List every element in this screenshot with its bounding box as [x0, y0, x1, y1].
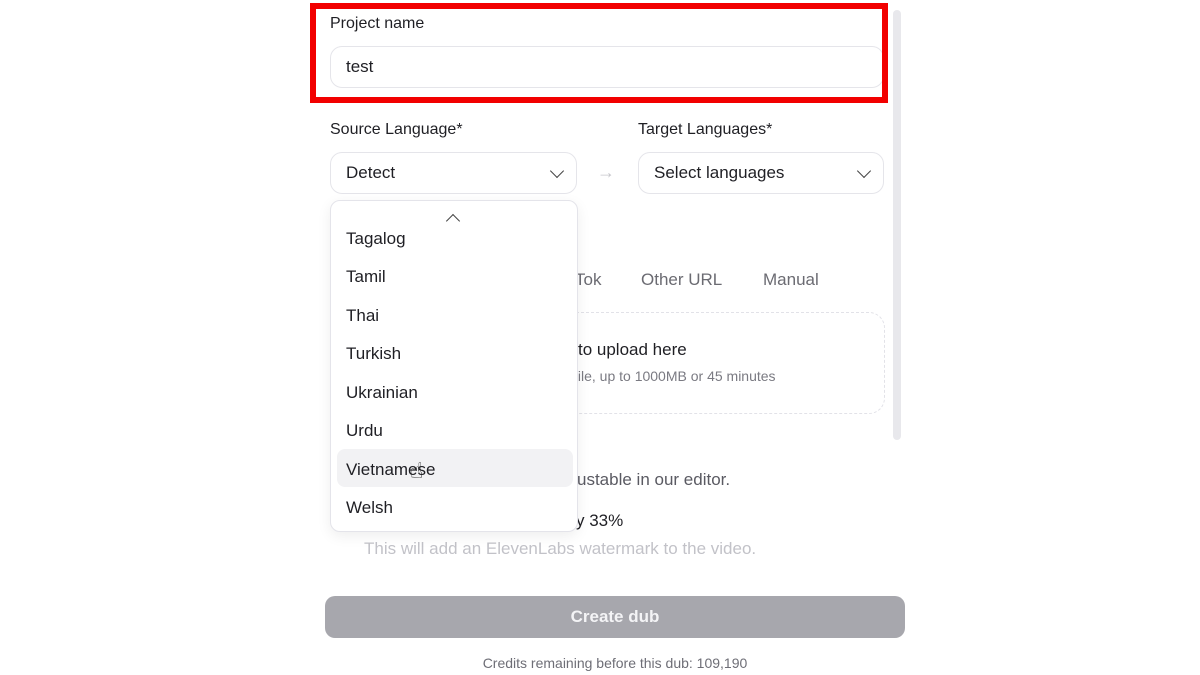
- chevron-down-icon: [856, 163, 872, 179]
- upload-dropzone[interactable]: to upload here file, up to 1000MB or 45 …: [545, 312, 885, 414]
- target-languages-placeholder: Select languages: [654, 163, 785, 182]
- target-languages-select[interactable]: Select languages: [638, 152, 884, 194]
- project-name-input[interactable]: test: [330, 46, 884, 88]
- credits-remaining: Credits remaining before this dub: 109,1…: [482, 655, 748, 671]
- tab-manual[interactable]: Manual: [763, 270, 819, 290]
- scrollbar[interactable]: [893, 10, 901, 440]
- arrow-right-icon: →: [597, 162, 615, 182]
- chevron-up-icon[interactable]: [445, 213, 461, 229]
- upload-subtitle: file, up to 1000MB or 45 minutes: [574, 368, 776, 384]
- option-thai[interactable]: Thai: [346, 306, 379, 326]
- source-language-select[interactable]: Detect: [330, 152, 577, 194]
- watermark-percent-note: y 33%: [576, 511, 624, 530]
- watermark-note: This will add an ElevenLabs watermark to…: [364, 539, 757, 558]
- source-language-dropdown: Tagalog Tamil Thai Turkish Ukrainian Urd…: [330, 200, 578, 532]
- option-tamil[interactable]: Tamil: [346, 267, 386, 287]
- option-welsh[interactable]: Welsh: [346, 498, 393, 518]
- project-name-value: test: [346, 57, 374, 76]
- option-turkish[interactable]: Turkish: [346, 344, 401, 364]
- chevron-down-icon: [549, 163, 565, 179]
- source-language-value: Detect: [346, 163, 396, 182]
- option-urdu[interactable]: Urdu: [346, 421, 383, 441]
- create-dub-button[interactable]: Create dub: [325, 596, 905, 638]
- option-ukrainian[interactable]: Ukrainian: [346, 383, 418, 403]
- editor-note: ustable in our editor.: [577, 470, 731, 489]
- tab-tiktok[interactable]: Tok: [575, 270, 601, 290]
- target-languages-label: Target Languages*: [638, 121, 773, 138]
- option-tagalog[interactable]: Tagalog: [346, 229, 406, 249]
- source-language-label: Source Language*: [330, 121, 463, 138]
- upload-title: to upload here: [578, 340, 687, 359]
- project-name-label: Project name: [330, 15, 425, 32]
- hand-cursor-icon: ☝: [410, 458, 424, 483]
- tab-other-url[interactable]: Other URL: [641, 270, 722, 290]
